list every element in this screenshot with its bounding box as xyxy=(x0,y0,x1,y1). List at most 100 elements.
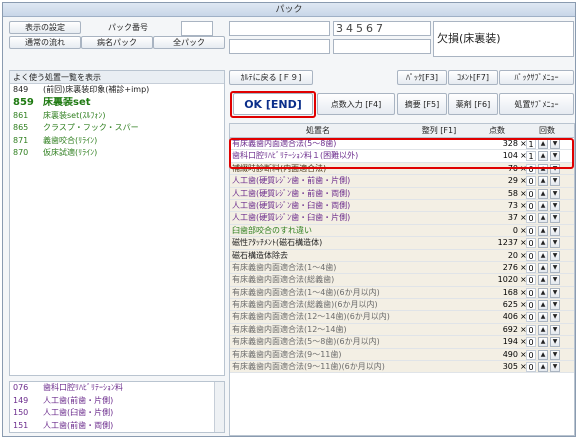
count-field[interactable]: 0 xyxy=(526,337,536,348)
count-field[interactable]: 0 xyxy=(526,176,536,187)
count-field[interactable]: 0 xyxy=(526,287,536,298)
count-down-icon[interactable]: ▼ xyxy=(550,250,560,261)
frequent-list-item[interactable]: 859 床裏装set xyxy=(10,97,224,110)
count-down-icon[interactable]: ▼ xyxy=(550,349,560,360)
table-row[interactable]: 人工歯(硬質ﾚｼﾞﾝ歯・前歯・片側) 29 × 0 ▲ ▼ xyxy=(230,175,574,188)
table-row[interactable]: 有床義歯内面適合法(総義歯) 1020 × 0 ▲ ▼ xyxy=(230,274,574,287)
table-row[interactable]: 人工歯(硬質ﾚｼﾞﾝ歯・臼歯・片側) 37 × 0 ▲ ▼ xyxy=(230,212,574,225)
count-field[interactable]: 0 xyxy=(526,312,536,323)
table-row[interactable]: 人工歯(硬質ﾚｼﾞﾝ歯・前歯・両側) 58 × 0 ▲ ▼ xyxy=(230,187,574,200)
count-down-icon[interactable]: ▼ xyxy=(550,324,560,335)
status-field: 欠損(床裏装) xyxy=(433,21,574,57)
count-up-icon[interactable]: ▲ xyxy=(538,287,548,298)
drug-f6-button[interactable]: 薬剤 [F6] xyxy=(448,93,498,115)
code-digits-field[interactable]: 34567 xyxy=(333,21,431,36)
disease-pack-button[interactable]: 病名パック xyxy=(81,36,153,49)
count-up-icon[interactable]: ▲ xyxy=(538,250,548,261)
count-field[interactable]: 0 xyxy=(526,213,536,224)
count-down-icon[interactable]: ▼ xyxy=(550,275,560,286)
frequent-list-item[interactable]: 870 仮床試適(ﾘﾗｲﾝ) xyxy=(10,147,224,160)
count-field[interactable]: 0 xyxy=(526,262,536,273)
frequent-list-item[interactable]: 861 床裏装set(ｽﾙﾌｫﾝ) xyxy=(10,110,224,123)
count-up-icon[interactable]: ▲ xyxy=(538,275,548,286)
table-row[interactable]: 有床義歯内面適合法(5～8歯)(6か月以内) 194 × 0 ▲ ▼ xyxy=(230,336,574,349)
col-count-header: 回数 xyxy=(539,126,555,135)
all-pack-button[interactable]: 全パック xyxy=(153,36,225,49)
treatment-name: 有床義歯内面適合法(総義歯)(6か月以内) xyxy=(232,300,378,310)
frequent-list-item[interactable]: 865 クラスプ・フック・スパー xyxy=(10,122,224,135)
comment-f7-button[interactable]: ｺﾒﾝﾄ[F7] xyxy=(448,70,498,85)
count-up-icon[interactable]: ▲ xyxy=(538,362,548,373)
treatment-name: 有床義歯内面適合法(5～8歯)(6か月以内) xyxy=(232,337,380,347)
code-field-2[interactable] xyxy=(229,39,330,54)
code-field-3[interactable] xyxy=(333,39,431,54)
count-down-icon[interactable]: ▼ xyxy=(550,188,560,199)
item-code: 151 xyxy=(13,420,29,430)
pack-number-field[interactable] xyxy=(181,21,213,36)
table-row[interactable]: 有床義歯内面適合法(12～14歯) 692 × 0 ▲ ▼ xyxy=(230,323,574,337)
table-row[interactable]: 有床義歯内面適合法(1～4歯)(6か月以内) 168 × 0 ▲ ▼ xyxy=(230,286,574,300)
frequent-list-item[interactable]: 849 (前回)床裏装印象(補診+imp) xyxy=(10,84,224,97)
code-list-item[interactable]: 151 人工歯(前歯・両側) xyxy=(10,420,224,433)
count-up-icon[interactable]: ▲ xyxy=(538,312,548,323)
table-row[interactable]: 磁性ｱﾀｯﾁﾒﾝﾄ(磁石構造体) 1237 × 0 ▲ ▼ xyxy=(230,237,574,250)
count-down-icon[interactable]: ▼ xyxy=(550,262,560,273)
count-up-icon[interactable]: ▲ xyxy=(538,238,548,249)
treatment-points: 1237 xyxy=(497,238,518,248)
treatment-submenu-button[interactable]: 処置ｻﾌﾞﾒﾆｭｰ xyxy=(499,93,574,115)
count-field[interactable]: 0 xyxy=(526,275,536,286)
table-row[interactable]: 有床義歯内面適合法(9～11歯) 490 × 0 ▲ ▼ xyxy=(230,348,574,362)
count-up-icon[interactable]: ▲ xyxy=(538,324,548,335)
summary-f5-button[interactable]: 摘要 [F5] xyxy=(397,93,447,115)
count-field[interactable]: 0 xyxy=(526,200,536,211)
table-row[interactable]: 有床義歯内面適合法(9～11歯)(6か月以内) 305 × 0 ▲ ▼ xyxy=(230,361,574,374)
count-field[interactable]: 0 xyxy=(526,250,536,261)
count-up-icon[interactable]: ▲ xyxy=(538,262,548,273)
back-to-chart-button[interactable]: ｶﾙﾃに戻る [Ｆ９] xyxy=(229,70,313,85)
count-up-icon[interactable]: ▲ xyxy=(538,188,548,199)
table-row[interactable]: 有床義歯内面適合法(1～4歯) 276 × 0 ▲ ▼ xyxy=(230,261,574,275)
count-down-icon[interactable]: ▼ xyxy=(550,225,560,236)
table-row[interactable]: 磁石構造体除去 20 × 0 ▲ ▼ xyxy=(230,249,574,262)
count-down-icon[interactable]: ▼ xyxy=(550,300,560,311)
pack-f3-button[interactable]: ﾊﾟｯｸ[F3] xyxy=(397,70,447,85)
col-order-header[interactable]: 整列 [F1] xyxy=(406,124,472,138)
count-down-icon[interactable]: ▼ xyxy=(550,238,560,249)
count-up-icon[interactable]: ▲ xyxy=(538,349,548,360)
count-up-icon[interactable]: ▲ xyxy=(538,300,548,311)
count-down-icon[interactable]: ▼ xyxy=(550,213,560,224)
count-down-icon[interactable]: ▼ xyxy=(550,176,560,187)
frequent-list-item[interactable]: 871 義歯咬合(ﾘﾗｲﾝ) xyxy=(10,135,224,148)
count-down-icon[interactable]: ▼ xyxy=(550,287,560,298)
treatment-points: 58 xyxy=(507,188,518,198)
count-down-icon[interactable]: ▼ xyxy=(550,312,560,323)
count-field[interactable]: 0 xyxy=(526,349,536,360)
count-field[interactable]: 0 xyxy=(526,300,536,311)
count-up-icon[interactable]: ▲ xyxy=(538,176,548,187)
normal-flow-button[interactable]: 通常の流れ xyxy=(9,36,81,49)
table-row[interactable]: 臼歯部咬合のすれ違い 0 × 0 ▲ ▼ xyxy=(230,224,574,238)
bottom-list-scrollbar[interactable] xyxy=(214,382,224,432)
count-up-icon[interactable]: ▲ xyxy=(538,225,548,236)
display-settings-button[interactable]: 表示の設定 xyxy=(9,21,81,34)
code-list-item[interactable]: 076 歯科口腔ﾘﾊﾋﾞﾘﾃｰｼｮﾝ料 xyxy=(10,382,224,395)
code-field-1[interactable] xyxy=(229,21,330,36)
count-field[interactable]: 0 xyxy=(526,324,536,335)
table-row[interactable]: 有床義歯内面適合法(12～14歯)(6か月以内) 406 × 0 ▲ ▼ xyxy=(230,311,574,324)
code-list-item[interactable]: 150 人工歯(臼歯・片側) xyxy=(10,407,224,420)
count-field[interactable]: 0 xyxy=(526,238,536,249)
count-field[interactable]: 0 xyxy=(526,225,536,236)
count-down-icon[interactable]: ▼ xyxy=(550,200,560,211)
table-row[interactable]: 有床義歯内面適合法(総義歯)(6か月以内) 625 × 0 ▲ ▼ xyxy=(230,299,574,312)
count-up-icon[interactable]: ▲ xyxy=(538,337,548,348)
count-up-icon[interactable]: ▲ xyxy=(538,200,548,211)
pack-submenu-button[interactable]: ﾊﾟｯｸｻﾌﾞﾒﾆｭｰ xyxy=(499,70,574,85)
count-field[interactable]: 0 xyxy=(526,362,536,373)
count-down-icon[interactable]: ▼ xyxy=(550,362,560,373)
count-up-icon[interactable]: ▲ xyxy=(538,213,548,224)
count-field[interactable]: 0 xyxy=(526,188,536,199)
points-input-button[interactable]: 点数入力 [F4] xyxy=(317,93,395,115)
code-list-item[interactable]: 149 人工歯(前歯・片側) xyxy=(10,395,224,408)
count-down-icon[interactable]: ▼ xyxy=(550,337,560,348)
table-row[interactable]: 人工歯(硬質ﾚｼﾞﾝ歯・臼歯・両側) 73 × 0 ▲ ▼ xyxy=(230,199,574,213)
